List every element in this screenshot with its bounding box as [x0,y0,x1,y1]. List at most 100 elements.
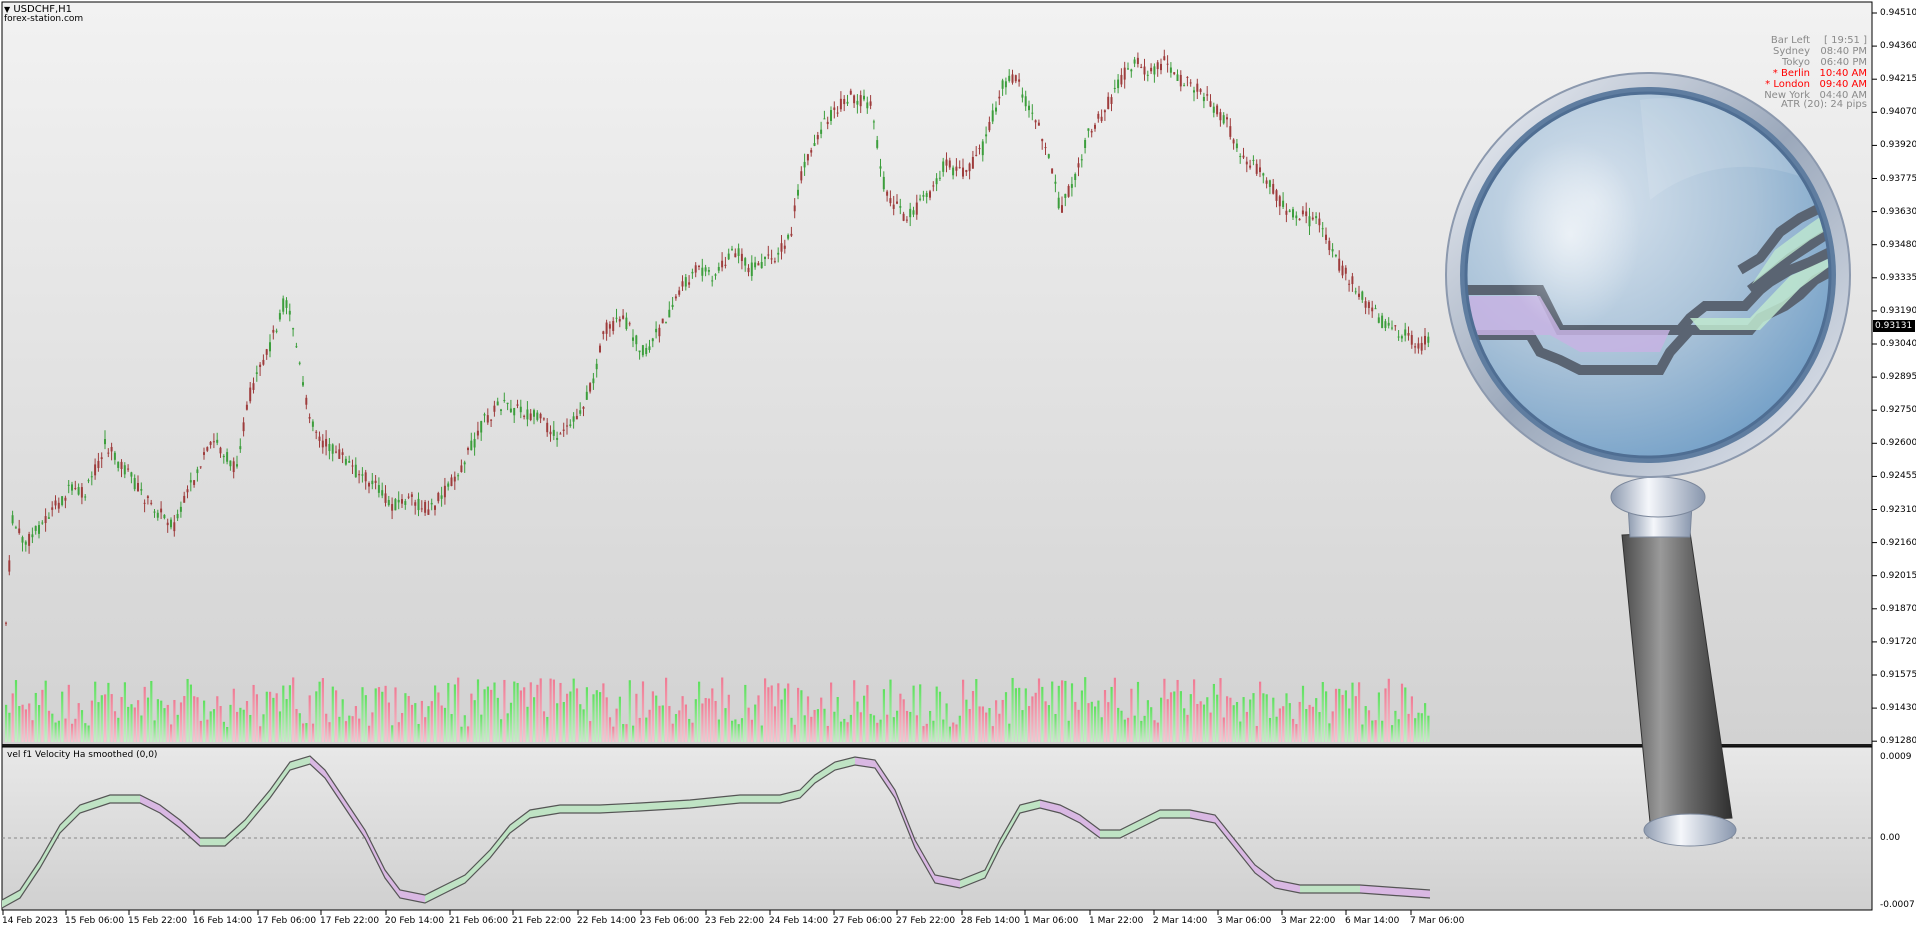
volume-bar [1084,677,1087,742]
candle-body [711,280,714,282]
volume-bar [1103,690,1107,742]
candle-body [529,413,532,420]
volume-bar [1298,701,1301,742]
volume-bar [668,706,671,742]
candle-body [1420,342,1423,351]
candle-body [516,404,519,406]
time-tick-label: 17 Feb 22:00 [320,916,380,926]
candle-body [239,446,242,450]
volume-bar [104,694,107,742]
candle-body [615,317,618,319]
candle-body [638,350,641,353]
volume-bar [457,677,460,742]
candle-body [764,256,766,260]
candle-body [1239,156,1242,158]
candle-body [288,310,291,315]
volume-bar [526,706,529,742]
volume-bar [625,724,628,742]
chart-canvas[interactable] [0,0,1916,933]
candle-body [579,410,582,414]
candle-body [1117,79,1120,89]
candle-body [955,166,958,171]
time-tick-label: 22 Feb 14:00 [577,916,637,926]
indicator-panel[interactable] [2,747,1872,910]
candle-body [787,234,790,239]
price-tick-label: 0.94070 [1880,107,1916,118]
candle-body [80,487,83,498]
volume-bar [11,693,14,742]
candle-body [156,512,159,518]
volume-bar [572,678,575,742]
volume-bar [1404,687,1407,742]
candle-body [1311,217,1314,220]
volume-bar [8,712,11,742]
volume-bar [1394,710,1397,742]
volume-bar [179,702,183,742]
volume-bar [1222,717,1225,742]
volume-bar [110,694,113,742]
volume-bar [430,701,433,742]
volume-bar [1407,713,1410,742]
volume-bar [295,708,298,742]
volume-bar [569,691,572,742]
price-tick-label: 0.92600 [1880,438,1916,449]
candle-body [269,342,271,352]
volume-bar [163,708,166,742]
candle-body [1001,80,1004,89]
volume-bar [1410,696,1413,742]
candle-body [833,107,836,110]
candle-body [902,213,905,221]
volume-bar [661,705,664,742]
time-tick-label: 20 Feb 14:00 [385,916,445,926]
candle-body [265,349,268,355]
candle-body [509,408,512,413]
candle-body [407,496,410,498]
volume-bar [575,688,579,742]
candle-body [427,509,430,515]
candle-body [1295,215,1298,219]
price-tick-label: 0.92895 [1880,372,1916,383]
candle-body [209,441,212,445]
session-time: [ 19:51 ] [1824,35,1867,46]
candle-body [678,290,681,295]
candle-body [173,522,176,532]
candle-body [651,338,654,342]
candle-body [443,485,446,498]
volume-bar [275,693,278,742]
volume-bar [962,679,965,742]
time-tick-label: 3 Mar 22:00 [1281,916,1336,926]
candle-body [823,118,826,120]
volume-bar [1377,692,1380,742]
price-tick-label: 0.91430 [1880,703,1916,714]
candle-body [1255,163,1258,174]
candle-body [691,271,694,274]
candle-body [94,464,97,476]
candle-body [219,447,222,454]
volume-bar [74,718,77,742]
velocity-band-segment [200,838,225,846]
time-tick-label: 15 Feb 06:00 [65,916,125,926]
candle-body [384,493,387,503]
candle-body [665,322,667,324]
volume-bar [196,697,199,742]
candle-body [1014,75,1017,82]
candle-body [170,519,172,528]
candle-body [727,253,730,260]
velocity-band-segment [1160,810,1190,818]
volume-bar [1143,715,1146,742]
dropdown-triangle-icon[interactable]: ▼ [4,5,10,14]
time-tick-label: 21 Feb 22:00 [512,916,572,926]
candle-body [242,422,245,432]
volume-bar [153,720,156,742]
volume-bar [245,701,249,742]
candle-body [1424,335,1426,345]
volume-bar [206,719,209,742]
volume-bar [463,715,466,742]
volume-bar [1427,715,1430,742]
candle-body [1150,67,1153,72]
volume-bar [1226,696,1229,742]
candle-body [938,177,941,179]
candle-body [38,525,40,534]
volume-bar [1400,683,1404,742]
volume-bar [1321,682,1324,742]
